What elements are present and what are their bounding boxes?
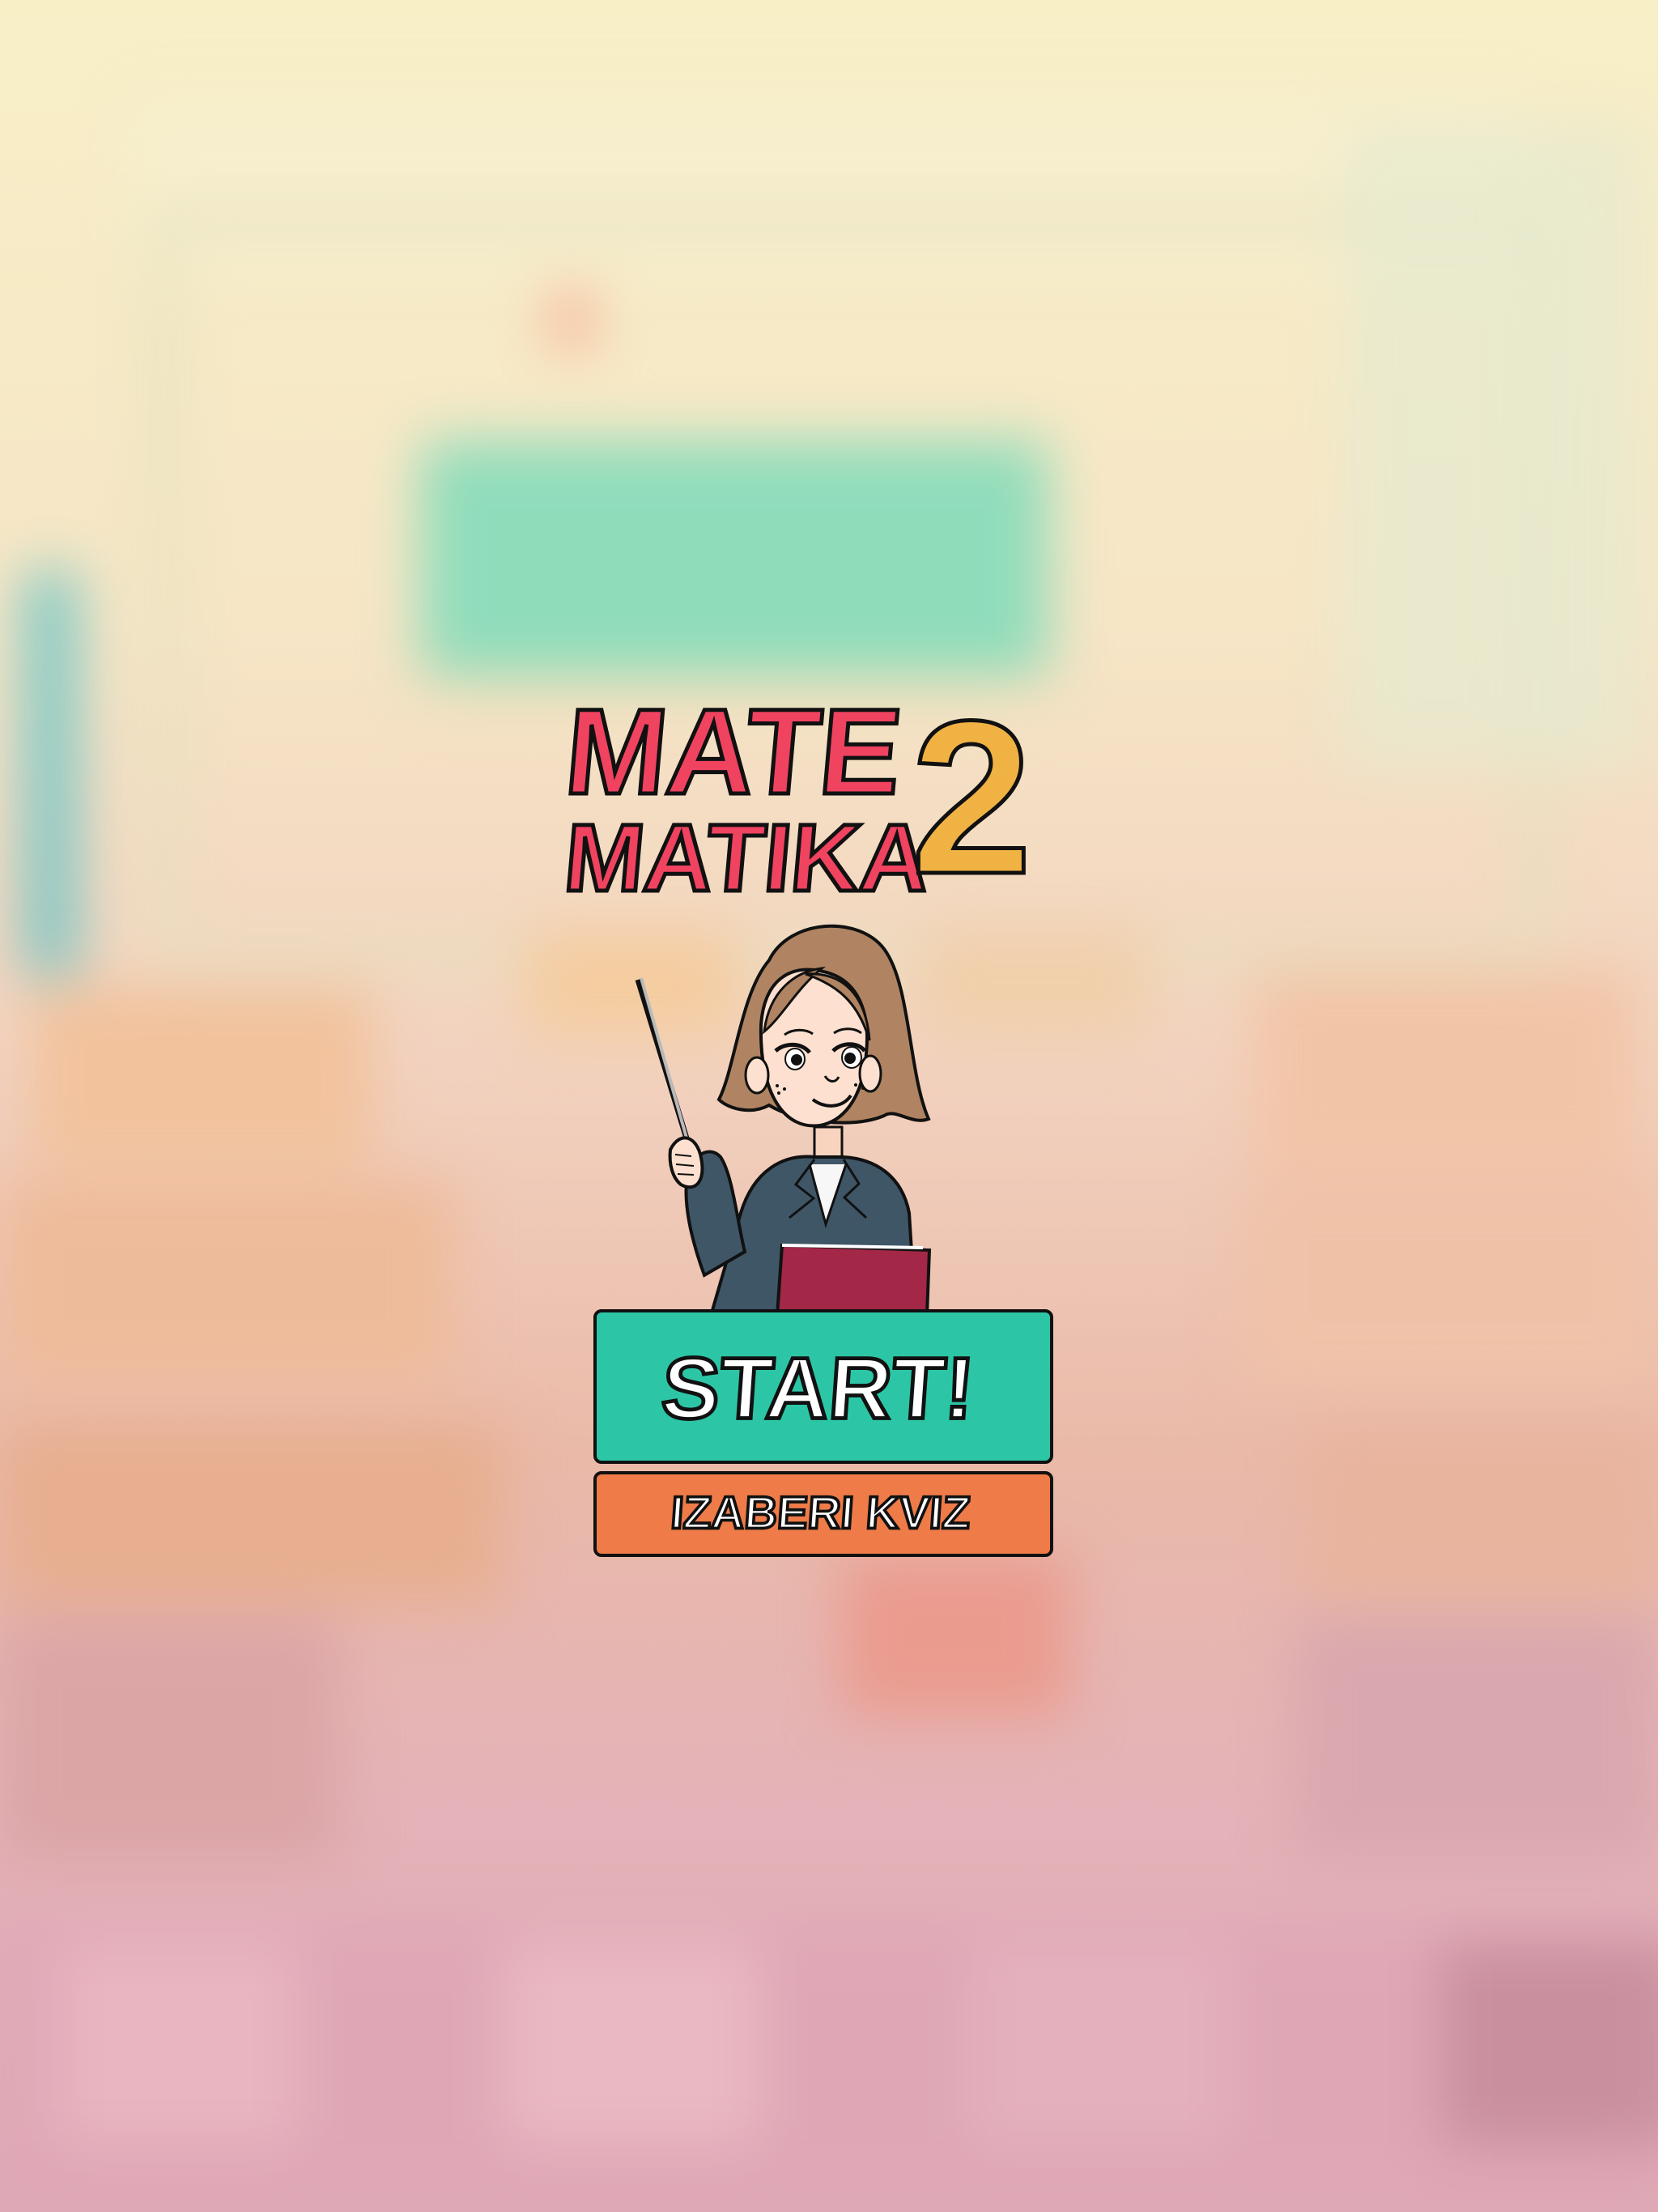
logo-line-matika: MATIKA xyxy=(560,805,934,912)
logo-number: 2 xyxy=(911,676,1032,920)
teacher-illustration xyxy=(635,924,932,1317)
quiz-button-label-svg: IZABERI KVIZ xyxy=(668,1486,974,1540)
game-logo: MATE MATIKA 2 xyxy=(559,672,1077,922)
choose-quiz-button[interactable]: IZABERI KVIZ xyxy=(593,1471,1053,1557)
game-screen: MATE MATIKA 2 START! IZABERI KVIZ xyxy=(0,0,1658,2212)
start-button[interactable]: START! xyxy=(593,1309,1053,1464)
start-button-label: START! xyxy=(659,1339,978,1436)
logo-line-mate: MATE xyxy=(560,683,907,819)
teacher-character xyxy=(623,907,1004,1317)
start-button-label-svg: START! xyxy=(657,1338,980,1439)
choose-quiz-button-label: IZABERI KVIZ xyxy=(670,1487,972,1538)
logo-svg: MATE MATIKA 2 xyxy=(559,674,1035,922)
